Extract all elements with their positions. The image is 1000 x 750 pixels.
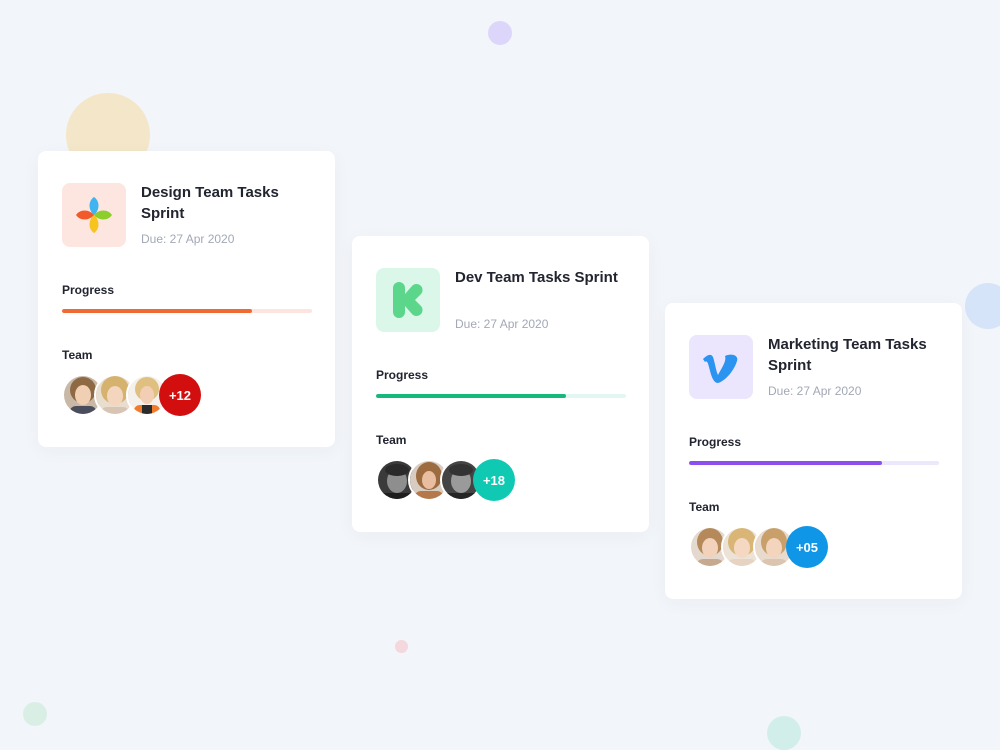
decor-circle-blue [965,283,1000,329]
decor-circle-green [23,702,47,726]
progress-bar [689,461,939,465]
progress-label: Progress [376,368,429,382]
team-label: Team [62,348,93,362]
project-card-marketing[interactable]: Marketing Team Tasks Sprint Due: 27 Apr … [665,303,962,599]
due-date: Due: 27 Apr 2020 [455,317,549,331]
project-logo [62,183,126,247]
card-title: Marketing Team Tasks Sprint [768,336,927,374]
more-members-badge[interactable]: +12 [159,374,201,416]
card-title: Dev Team Tasks Sprint [455,269,618,286]
project-logo [376,268,440,332]
progress-fill [62,309,252,313]
card-title: Design Team Tasks Sprint [141,184,279,222]
progress-fill [689,461,882,465]
decor-circle-pink [395,640,408,653]
kickstarter-k-icon [393,282,423,318]
project-card-dev[interactable]: Dev Team Tasks Sprint Due: 27 Apr 2020 P… [352,236,649,532]
project-logo [689,335,753,399]
progress-bar [376,394,626,398]
more-members-badge[interactable]: +05 [786,526,828,568]
team-label: Team [689,500,720,514]
four-petal-flower-icon [76,197,112,233]
decor-circle-purple [488,21,512,45]
progress-label: Progress [689,435,742,449]
project-card-design[interactable]: Design Team Tasks Sprint Due: 27 Apr 202… [38,151,335,447]
decor-circle-teal [767,716,801,750]
progress-label: Progress [62,283,115,297]
team-label: Team [376,433,407,447]
progress-bar [62,309,312,313]
vimeo-v-icon [703,354,738,383]
due-date: Due: 27 Apr 2020 [768,384,862,398]
progress-fill [376,394,566,398]
due-date: Due: 27 Apr 2020 [141,232,235,246]
more-members-badge[interactable]: +18 [473,459,515,501]
